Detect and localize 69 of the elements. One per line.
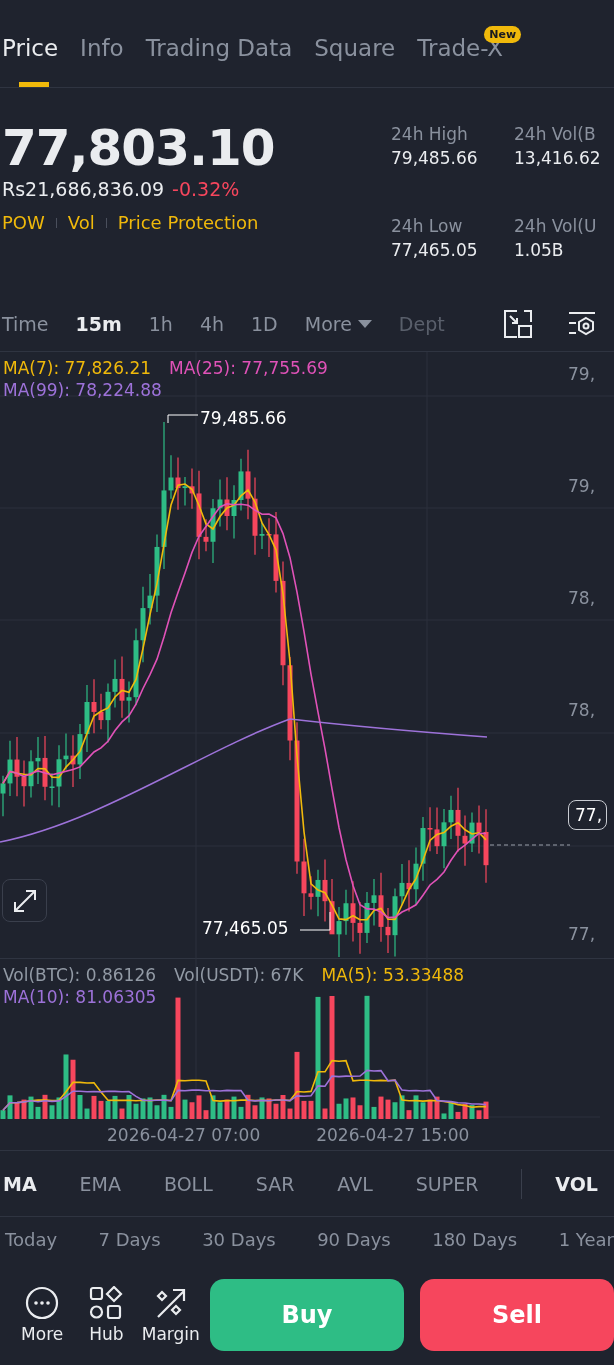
low-price-label: 77,465.05 bbox=[202, 918, 289, 938]
caret-icon bbox=[357, 319, 372, 328]
interval-tab[interactable]: Time bbox=[2, 312, 49, 335]
tab[interactable]: Info bbox=[80, 8, 124, 87]
price-axis-label: 78, bbox=[568, 588, 596, 608]
tab[interactable]: Trading Data bbox=[145, 8, 293, 87]
leader-line bbox=[167, 414, 199, 424]
indicator-tab[interactable]: EMA bbox=[79, 1172, 121, 1195]
fullscreen-icon[interactable] bbox=[504, 309, 532, 338]
ma-legend: MA(7): 77,826.21 bbox=[3, 358, 152, 378]
nav-button[interactable]: Margin bbox=[138, 1286, 203, 1344]
last-price-tag: 77, bbox=[568, 800, 608, 830]
period-label: 7 Days bbox=[98, 1229, 161, 1252]
leader-line bbox=[299, 911, 331, 931]
ma-legend: MA(99): 78,224.88 bbox=[3, 380, 162, 400]
sell-button[interactable]: Sell bbox=[420, 1279, 614, 1351]
time-axis-label: 2026-04-27 07:00 bbox=[107, 1124, 261, 1145]
new-badge: New bbox=[484, 26, 522, 43]
period-label: 1 Year bbox=[558, 1229, 614, 1252]
volume-legend: MA(5): 53.33488 bbox=[321, 965, 464, 985]
tab[interactable]: Square bbox=[314, 8, 396, 87]
grid-icon bbox=[89, 1286, 124, 1320]
last-price: 77,803.10 bbox=[2, 118, 275, 178]
indicator-tab[interactable]: VOL bbox=[555, 1172, 598, 1195]
indicator-tab[interactable]: SUPER bbox=[415, 1172, 479, 1195]
price-change: -0.32% bbox=[172, 178, 240, 200]
settings-icon[interactable] bbox=[568, 309, 596, 338]
ma-legend: MA(25): 77,755.69 bbox=[169, 358, 328, 378]
stat-label: 24h Vol(B bbox=[514, 124, 597, 144]
tab[interactable]: Trade-X New bbox=[417, 8, 522, 87]
time-axis-label: 2026-04-27 15:00 bbox=[316, 1124, 470, 1145]
price-axis-label: 79, bbox=[568, 476, 596, 496]
stat-value: 79,485.66 bbox=[391, 148, 479, 168]
indicator-tab[interactable]: MA bbox=[3, 1172, 37, 1195]
volume-legend: Vol(USDT): 67K bbox=[174, 965, 304, 985]
nav-button[interactable]: More bbox=[10, 1286, 75, 1344]
price-axis-label: 79, bbox=[568, 364, 596, 384]
indicator-tab[interactable]: AVL bbox=[337, 1172, 373, 1195]
period-label: 30 Days bbox=[202, 1229, 276, 1252]
fiat-price: Rs21,686,836.09 bbox=[2, 178, 165, 200]
price-axis-label: 78, bbox=[568, 700, 596, 720]
stat-value: 13,416.62 bbox=[514, 148, 602, 168]
interval-tab[interactable]: 15m bbox=[75, 312, 122, 335]
indicator-tab[interactable]: SAR bbox=[255, 1172, 295, 1195]
expand-icon bbox=[11, 887, 38, 914]
volume-legend: Vol(BTC): 0.86126 bbox=[3, 965, 157, 985]
high-price-label: 79,485.66 bbox=[200, 408, 287, 428]
nav-button[interactable]: Hub bbox=[74, 1286, 139, 1344]
tag-link[interactable]: Price Protection bbox=[117, 212, 259, 233]
interval-tab[interactable]: 1h bbox=[148, 312, 173, 335]
period-label: Today bbox=[5, 1229, 58, 1252]
stat-value: 1.05B bbox=[514, 240, 565, 260]
stat-value: 77,465.05 bbox=[391, 240, 479, 260]
tab[interactable]: Price bbox=[2, 8, 59, 87]
indicator-tab[interactable]: BOLL bbox=[163, 1172, 213, 1195]
more-icon bbox=[25, 1286, 60, 1320]
tag-link[interactable]: POW bbox=[2, 212, 45, 233]
volume-legend: MA(10): 81.06305 bbox=[3, 987, 157, 1007]
price-axis-label: 77, bbox=[568, 924, 596, 944]
interval-tab[interactable]: 4h bbox=[199, 312, 225, 335]
stat-label: 24h Vol(U bbox=[514, 216, 598, 236]
period-label: 90 Days bbox=[317, 1229, 391, 1252]
interval-tab[interactable]: 1D bbox=[251, 312, 278, 335]
interval-tab[interactable]: More bbox=[304, 312, 372, 335]
stat-label: 24h High bbox=[391, 124, 469, 144]
period-label: 180 Days bbox=[432, 1229, 518, 1252]
tag-link[interactable]: Vol bbox=[67, 212, 95, 233]
expand-button[interactable] bbox=[2, 879, 47, 922]
stat-label: 24h Low bbox=[391, 216, 464, 236]
